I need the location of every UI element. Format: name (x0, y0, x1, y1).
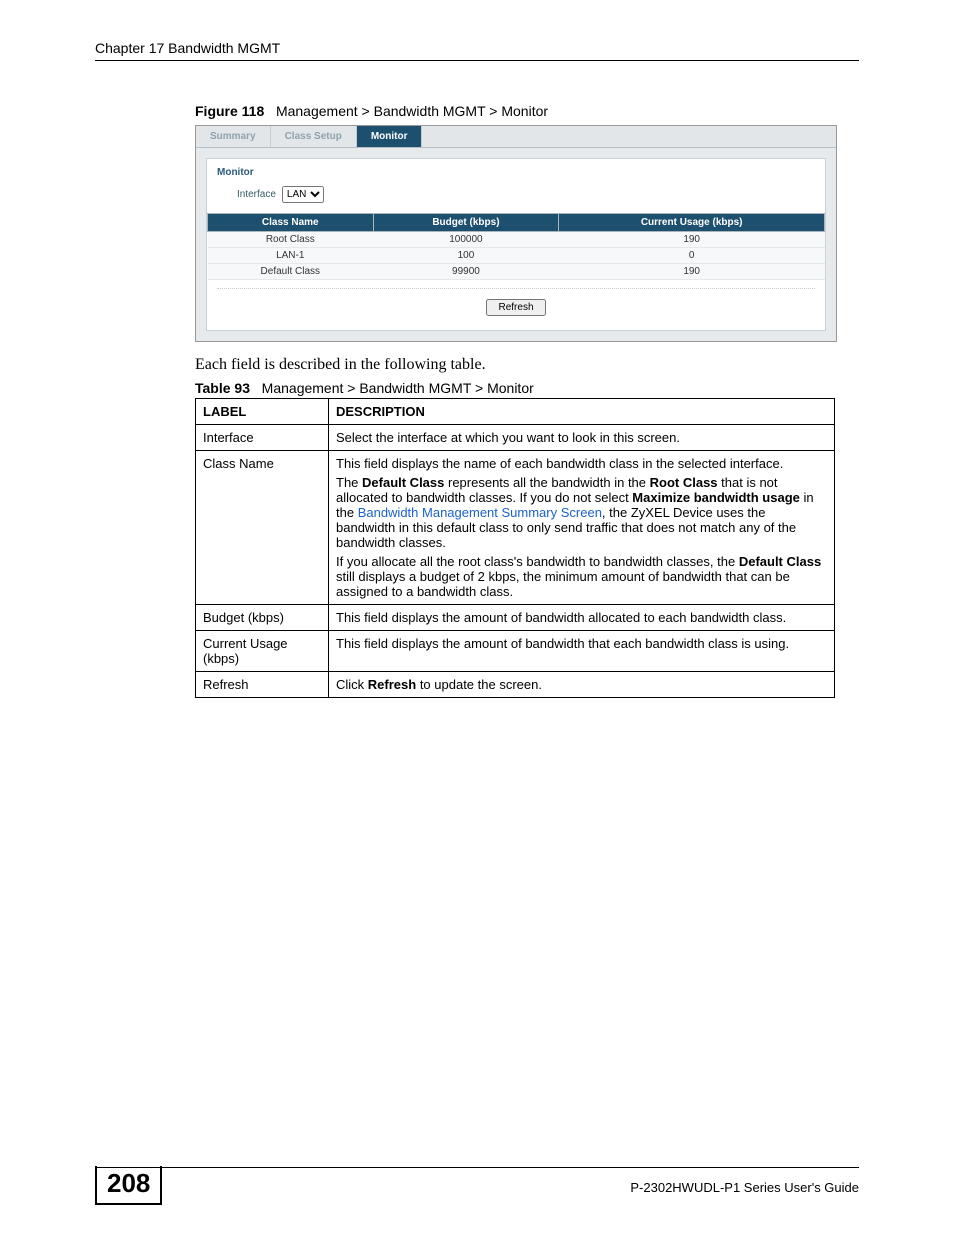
row-label: Budget (kbps) (196, 605, 329, 631)
guide-name: P-2302HWUDL-P1 Series User's Guide (630, 1174, 859, 1195)
row-desc: This field displays the amount of bandwi… (329, 605, 835, 631)
table-row: Class Name This field displays the name … (196, 451, 835, 605)
cell-budget: 100000 (373, 232, 559, 248)
tab-class-setup[interactable]: Class Setup (271, 126, 357, 147)
table-caption: Table 93 Management > Bandwidth MGMT > M… (195, 380, 859, 396)
cell-budget: 100 (373, 248, 559, 264)
monitor-screenshot: Summary Class Setup Monitor Monitor Inte… (195, 125, 837, 342)
description-table: LABEL DESCRIPTION Interface Select the i… (195, 398, 835, 698)
row-desc: Click Refresh to update the screen. (329, 672, 835, 698)
desc-p1: This field displays the name of each ban… (336, 456, 827, 471)
desc-p3: If you allocate all the root class's ban… (336, 554, 827, 599)
row-label: Current Usage (kbps) (196, 631, 329, 672)
refresh-button[interactable]: Refresh (486, 299, 545, 316)
intro-paragraph: Each field is described in the following… (195, 356, 859, 374)
link-bandwidth-summary[interactable]: Bandwidth Management Summary Screen (358, 505, 602, 520)
row-label: Interface (196, 425, 329, 451)
th-label: LABEL (196, 399, 329, 425)
cell-name: LAN-1 (208, 248, 374, 264)
table-row: Current Usage (kbps) This field displays… (196, 631, 835, 672)
panel-title: Monitor (207, 159, 825, 182)
table-row: Refresh Click Refresh to update the scre… (196, 672, 835, 698)
row-label: Refresh (196, 672, 329, 698)
row-desc: This field displays the amount of bandwi… (329, 631, 835, 672)
row-label: Class Name (196, 451, 329, 605)
th-description: DESCRIPTION (329, 399, 835, 425)
th-class-name: Class Name (208, 214, 374, 232)
cell-budget: 99900 (373, 264, 559, 280)
tab-monitor[interactable]: Monitor (357, 126, 423, 147)
bandwidth-table: Class Name Budget (kbps) Current Usage (… (207, 213, 825, 280)
th-budget: Budget (kbps) (373, 214, 559, 232)
table-label: Table 93 (195, 380, 250, 396)
cell-name: Root Class (208, 232, 374, 248)
cell-usage: 0 (559, 248, 825, 264)
table-row: Budget (kbps) This field displays the am… (196, 605, 835, 631)
cell-name: Default Class (208, 264, 374, 280)
row-desc: This field displays the name of each ban… (329, 451, 835, 605)
table-row: LAN-1 100 0 (208, 248, 825, 264)
interface-select[interactable]: LAN (282, 186, 324, 203)
chapter-header: Chapter 17 Bandwidth MGMT (95, 40, 859, 61)
figure-caption: Figure 118 Management > Bandwidth MGMT >… (195, 103, 859, 119)
page-footer: 208 P-2302HWUDL-P1 Series User's Guide (95, 1167, 859, 1205)
desc-p2: The Default Class represents all the ban… (336, 475, 827, 550)
table-row: Root Class 100000 190 (208, 232, 825, 248)
cell-usage: 190 (559, 232, 825, 248)
th-usage: Current Usage (kbps) (559, 214, 825, 232)
table-row: Interface Select the interface at which … (196, 425, 835, 451)
figure-label: Figure 118 (195, 103, 264, 119)
screenshot-tabs: Summary Class Setup Monitor (196, 126, 836, 148)
cell-usage: 190 (559, 264, 825, 280)
row-desc: Select the interface at which you want t… (329, 425, 835, 451)
table-row: Default Class 99900 190 (208, 264, 825, 280)
tab-summary[interactable]: Summary (196, 126, 271, 147)
page-number: 208 (95, 1166, 162, 1205)
figure-title: Management > Bandwidth MGMT > Monitor (276, 103, 548, 119)
interface-label: Interface (237, 189, 276, 200)
table-title: Management > Bandwidth MGMT > Monitor (262, 380, 534, 396)
